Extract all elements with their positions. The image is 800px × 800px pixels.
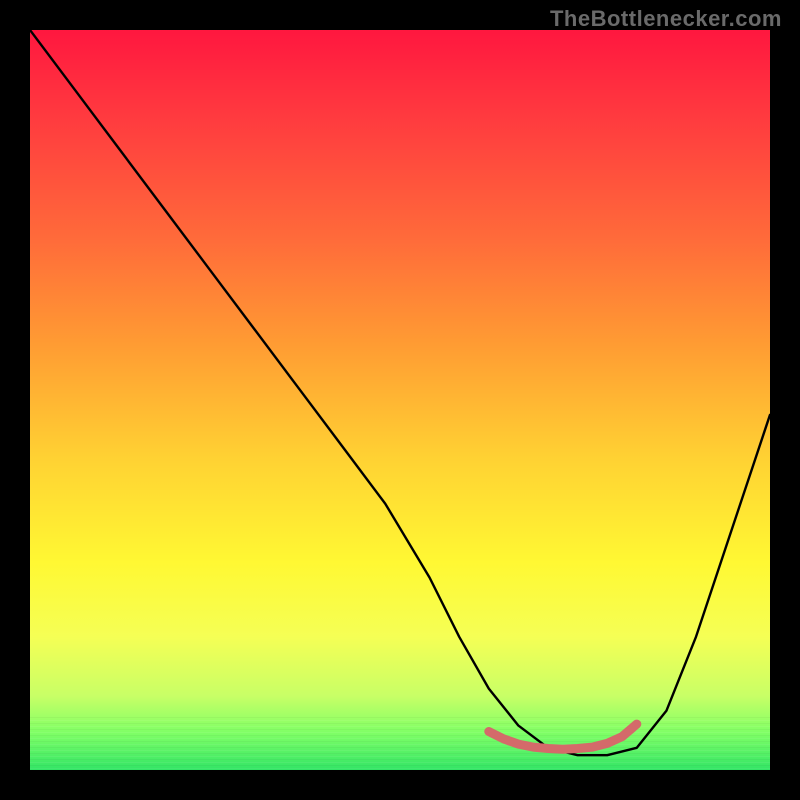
plot-area — [30, 30, 770, 770]
chart-svg — [30, 30, 770, 770]
watermark-text: TheBottlenecker.com — [550, 6, 782, 32]
chart-container: TheBottlenecker.com — [0, 0, 800, 800]
bottleneck-curve — [30, 30, 770, 755]
flat-zone-marker — [489, 724, 637, 749]
